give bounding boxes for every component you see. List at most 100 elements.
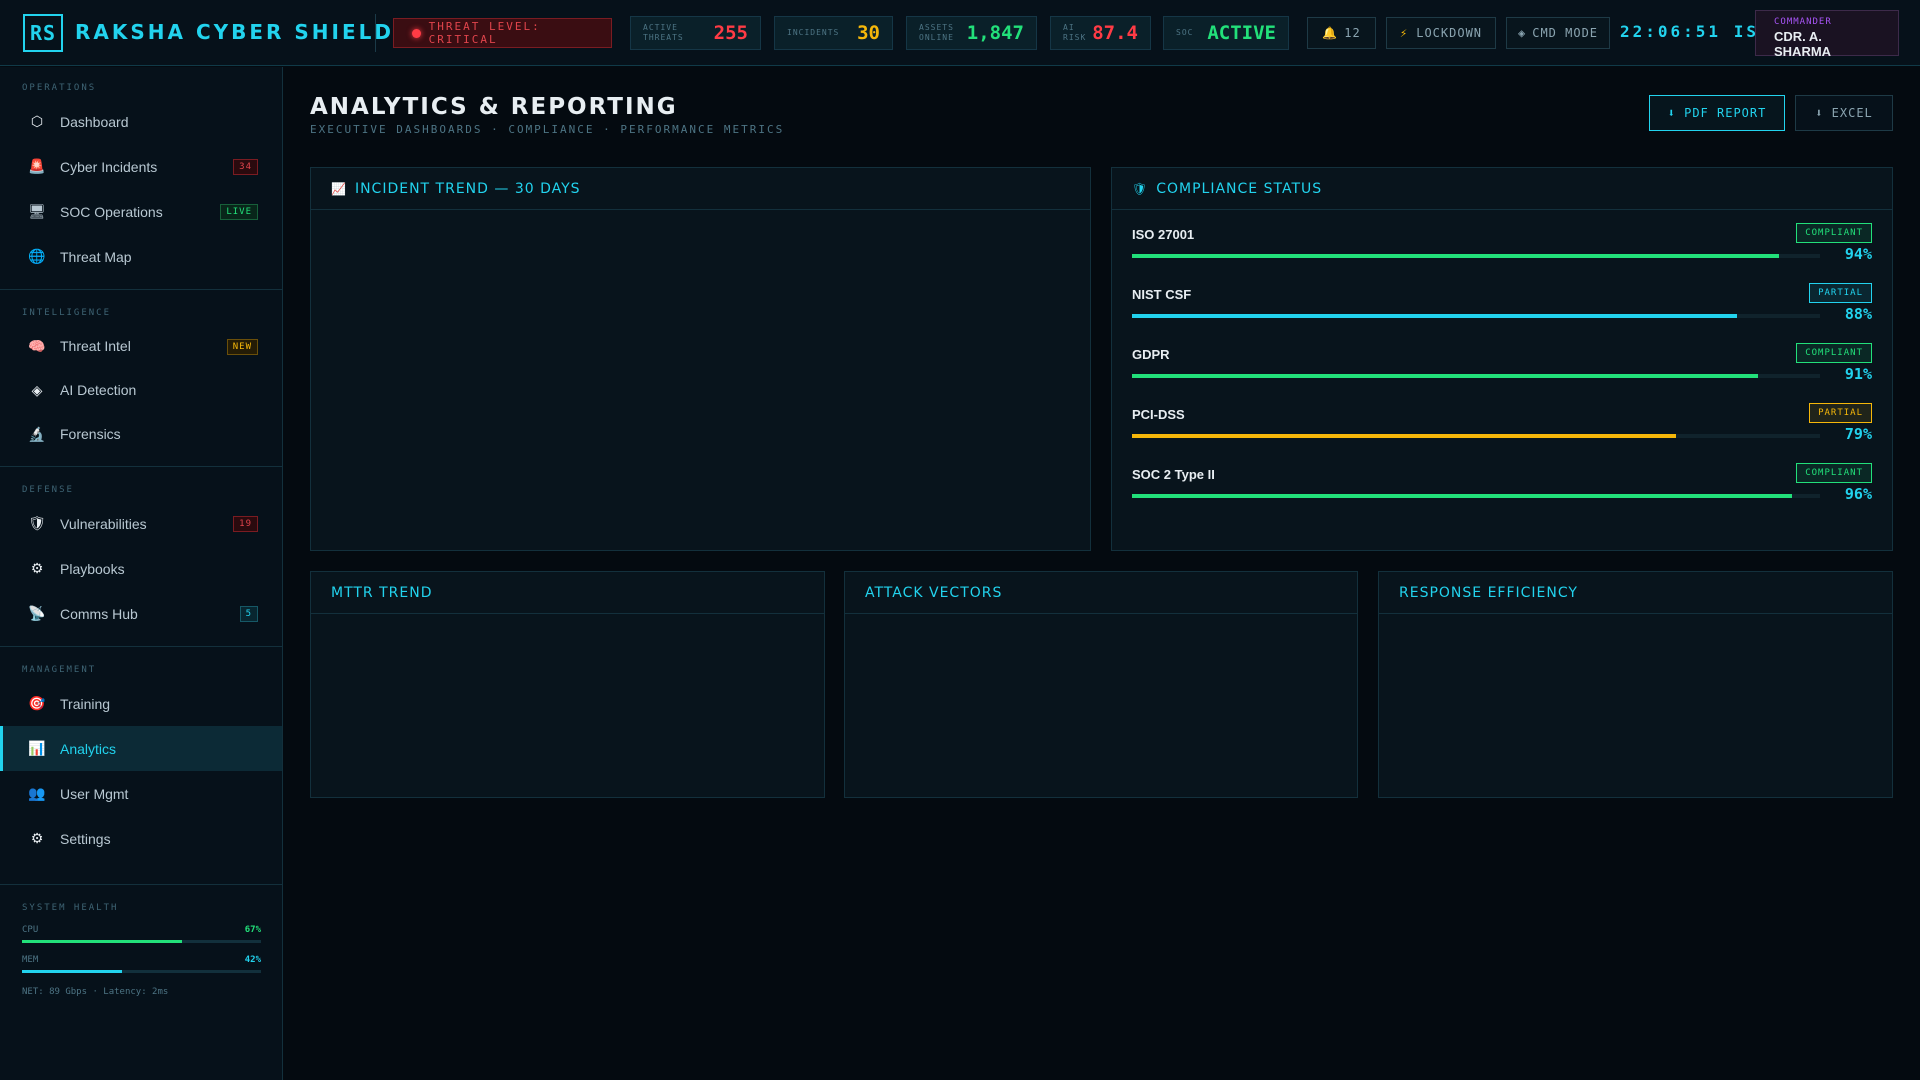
count-badge: 5	[239, 606, 258, 622]
lightning-icon: ⚡	[1399, 26, 1409, 40]
compliance-progress-fill	[1132, 434, 1676, 438]
gear-icon: ⚙	[30, 830, 44, 846]
sidebar-section-defense: DEFENSE 🛡 Vulnerabilities 19 ⚙ Playbooks…	[0, 467, 282, 647]
satellite-icon: 📡	[28, 605, 46, 621]
cpu-value: 67%	[244, 925, 261, 935]
sidebar-item-label: Vulnerabilities	[60, 515, 147, 532]
network-status: NET: 89 Gbps · Latency: 2ms	[22, 987, 169, 997]
lockdown-button[interactable]: ⚡ LOCKDOWN	[1386, 17, 1496, 49]
compliance-progress-fill	[1132, 254, 1779, 258]
sidebar-item-label: Forensics	[60, 426, 121, 442]
threat-level-label: THREAT LEVEL: CRITICAL	[428, 20, 541, 46]
panel-header: MTTR TREND	[311, 572, 824, 614]
system-health: SYSTEM HEALTH CPU 67% MEM 42% NET: 89 Gb…	[0, 884, 283, 1013]
compliance-framework-name: NIST CSF	[1132, 287, 1192, 302]
cpu-row: CPU 67%	[22, 925, 261, 935]
sidebar-item-forensics[interactable]: 🔬 Forensics	[0, 412, 282, 456]
sidebar-item-label: Analytics	[60, 740, 117, 757]
sidebar-item-dashboard[interactable]: ⬡ Dashboard	[0, 99, 282, 144]
stat-label: ONLINE	[919, 33, 954, 42]
stat-value: 1,847	[966, 22, 1024, 44]
compliance-percentage: 79%	[1844, 425, 1872, 443]
sidebar-item-label: Threat Map	[60, 248, 132, 265]
compliance-framework-name: PCI-DSS	[1132, 407, 1185, 422]
stat-incidents: INCIDENTS 30	[774, 16, 893, 50]
sidebar-item-user-mgmt[interactable]: 👥 User Mgmt	[0, 771, 282, 816]
sidebar-item-label: Comms Hub	[60, 605, 138, 622]
sidebar-item-analytics[interactable]: 📊 Analytics	[0, 726, 282, 771]
panel-header: ATTACK VECTORS	[845, 572, 1357, 614]
stat-label: ACTIVE	[643, 23, 678, 32]
compliance-row: PCI-DSS PARTIAL 79%	[1112, 394, 1892, 454]
cmd-mode-label: CMD MODE	[1532, 26, 1599, 40]
sidebar-item-playbooks[interactable]: ⚙ Playbooks	[0, 546, 282, 591]
stat-label: ASSETS	[919, 23, 954, 32]
cpu-label: CPU	[22, 925, 39, 935]
gear-icon: ⚙	[30, 560, 44, 576]
compliance-framework-name: SOC 2 Type II	[1132, 467, 1215, 482]
sidebar-item-threat-map[interactable]: 🌐 Threat Map	[0, 234, 282, 279]
stat-value: 255	[713, 22, 748, 44]
sidebar-item-soc-operations[interactable]: 🖥 SOC Operations LIVE	[0, 189, 282, 234]
sidebar-item-label: Cyber Incidents	[60, 158, 158, 175]
compliance-row: GDPR COMPLIANT 91%	[1112, 334, 1892, 394]
panel-title: MTTR TREND	[331, 584, 433, 601]
sidebar-item-label: Dashboard	[60, 113, 129, 130]
alerts-button[interactable]: 🔔 12	[1307, 17, 1376, 49]
sidebar-item-label: Playbooks	[60, 560, 125, 577]
compliance-progress-track	[1132, 314, 1820, 318]
sidebar-item-threat-intel[interactable]: 🧠 Threat Intel NEW	[0, 324, 282, 368]
mem-label: MEM	[22, 955, 39, 965]
compliance-progress-fill	[1132, 494, 1793, 498]
panel-title: RESPONSE EFFICIENCY	[1399, 584, 1578, 601]
compliance-percentage: 91%	[1844, 365, 1872, 383]
count-badge: 34	[233, 159, 258, 175]
stat-value: ACTIVE	[1207, 22, 1276, 44]
compliance-percentage: 88%	[1844, 305, 1872, 323]
mttr-trend-panel: MTTR TREND	[310, 571, 825, 798]
response-efficiency-panel: RESPONSE EFFICIENCY	[1378, 571, 1893, 798]
count-badge: 19	[233, 516, 258, 532]
commander-role: COMMANDER	[1774, 17, 1832, 27]
clock: 22:06:51 IST	[1620, 22, 1772, 41]
bell-icon: 🔔	[1322, 26, 1339, 40]
sidebar-item-comms-hub[interactable]: 📡 Comms Hub 5	[0, 591, 282, 636]
sidebar-item-label: AI Detection	[60, 382, 137, 398]
compliance-progress-track	[1132, 374, 1820, 378]
stat-label: AI	[1063, 23, 1075, 32]
compliance-percentage: 96%	[1844, 485, 1872, 503]
mem-value: 42%	[244, 955, 261, 965]
sidebar-item-training[interactable]: 🎯 Training	[0, 681, 282, 726]
sidebar-section-intelligence: INTELLIGENCE 🧠 Threat Intel NEW ◈ AI Det…	[0, 290, 282, 467]
compliance-status-badge: COMPLIANT	[1796, 223, 1872, 243]
stat-label: RISK	[1063, 33, 1087, 42]
sidebar-item-vulnerabilities[interactable]: 🛡 Vulnerabilities 19	[0, 501, 282, 546]
stat-soc: SOC ACTIVE	[1163, 16, 1289, 50]
users-icon: 👥	[28, 785, 46, 801]
globe-icon: 🌐	[28, 248, 46, 264]
live-badge: LIVE	[220, 204, 258, 220]
section-title: INTELLIGENCE	[22, 308, 112, 318]
divider	[375, 14, 376, 52]
commander-profile[interactable]: COMMANDER CDR. A. SHARMA	[1755, 10, 1899, 59]
compliance-progress-fill	[1132, 374, 1759, 378]
threat-level-indicator: THREAT LEVEL: CRITICAL	[393, 18, 612, 48]
sidebar-item-label: User Mgmt	[60, 785, 129, 802]
section-title: OPERATIONS	[22, 83, 97, 93]
panel-header: 🛡 COMPLIANCE STATUS	[1112, 168, 1892, 210]
compliance-status-badge: PARTIAL	[1809, 403, 1872, 423]
section-title: MANAGEMENT	[22, 665, 97, 675]
cmd-mode-button[interactable]: ◈ CMD MODE	[1506, 17, 1610, 49]
sidebar-item-ai-detection[interactable]: ◈ AI Detection	[0, 368, 282, 412]
panel-header: RESPONSE EFFICIENCY	[1379, 572, 1892, 614]
sidebar-item-settings[interactable]: ⚙ Settings	[0, 816, 282, 861]
alert-dot-icon	[412, 28, 421, 38]
compliance-framework-name: ISO 27001	[1132, 227, 1195, 242]
panel-title: INCIDENT TREND — 30 DAYS	[354, 180, 581, 197]
sidebar-item-label: Settings	[60, 830, 111, 847]
pdf-report-button[interactable]: ⬇ PDF REPORT	[1649, 95, 1785, 131]
excel-export-button[interactable]: ⬇ EXCEL	[1795, 95, 1893, 131]
sidebar-item-cyber-incidents[interactable]: 🚨 Cyber Incidents 34	[0, 144, 282, 189]
stat-label: THREATS	[643, 33, 684, 42]
sidebar-section-management: MANAGEMENT 🎯 Training 📊 Analytics 👥 User…	[0, 647, 282, 861]
